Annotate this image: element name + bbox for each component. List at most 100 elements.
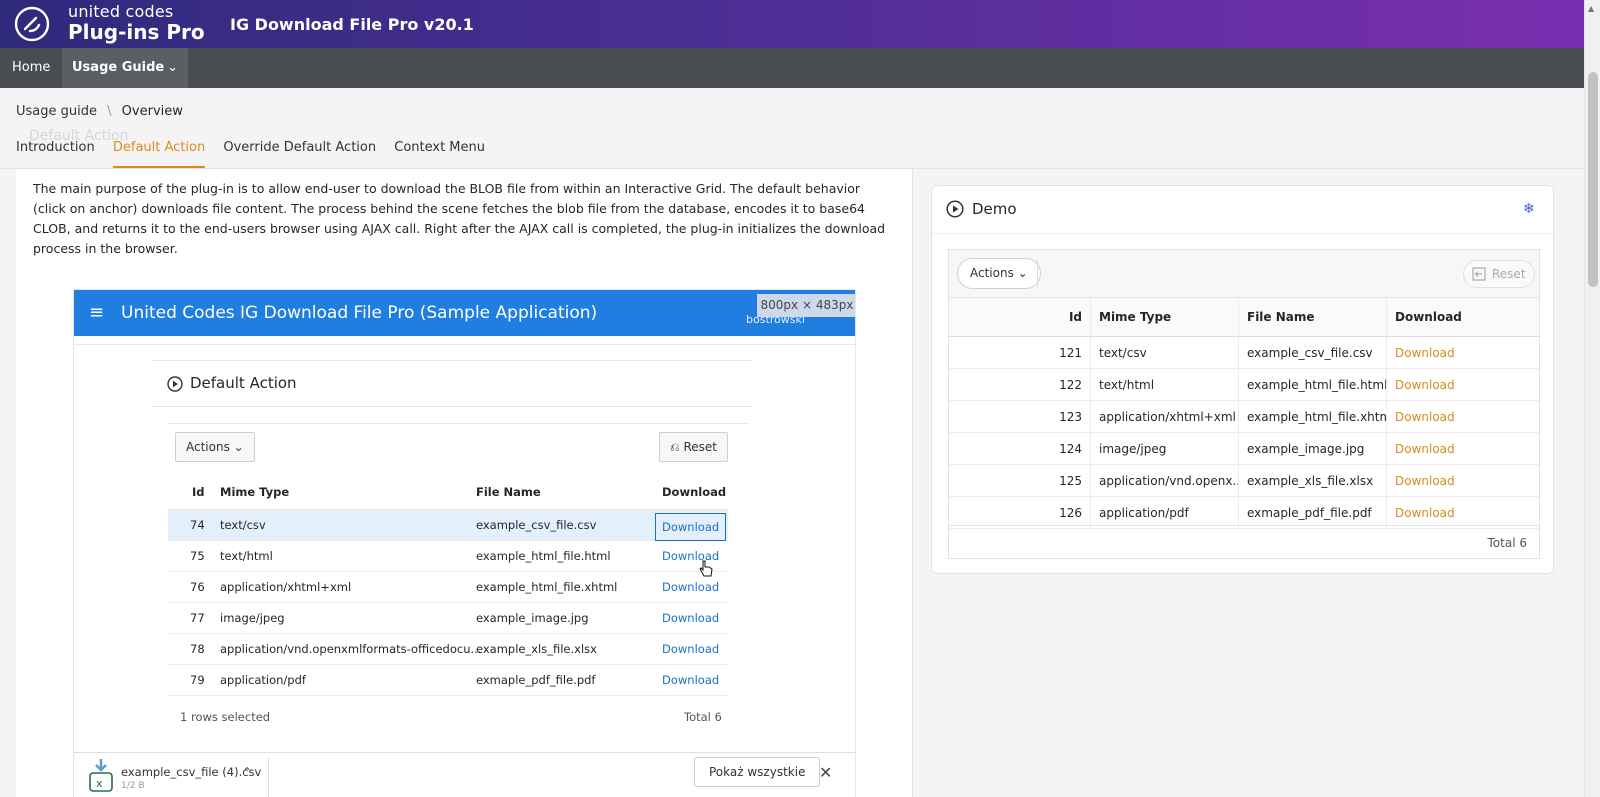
united-codes-logo-icon[interactable]	[14, 6, 50, 42]
sample-grid: Id Mime Type File Name Download 74 text/…	[168, 474, 728, 696]
svg-text:x: x	[96, 777, 103, 790]
cell-file: example_image.jpg	[476, 611, 589, 625]
col-header-id[interactable]: Id	[949, 298, 1091, 336]
sample-app-screenshot: ≡ United Codes IG Download File Pro (Sam…	[73, 289, 856, 797]
chevron-down-icon: ⌄	[233, 440, 244, 454]
demo-interactive-grid: Actions ⌄ Reset Id Mime Type File Name D…	[948, 249, 1540, 559]
tab-default-action[interactable]: Default Action	[112, 136, 206, 168]
scroll-up-arrow-icon[interactable]: ▲	[1588, 4, 1594, 13]
brand-line1: united codes	[68, 2, 174, 21]
breadcrumb-current: Overview	[121, 104, 183, 119]
nav-usage-guide-label: Usage Guide	[72, 60, 165, 75]
table-row[interactable]: 75 text/html example_html_file.html Down…	[168, 541, 728, 572]
sample-total-text: Total 6	[684, 710, 722, 724]
reset-icon: ⎌	[670, 440, 680, 454]
show-all-downloads-button[interactable]: Pokaż wszystkie	[694, 757, 821, 787]
cell-id: 78	[190, 642, 205, 656]
divider	[152, 360, 752, 361]
cell-file: example_xls_file.xlsx	[476, 642, 597, 656]
divider	[152, 406, 752, 407]
sample-actions-button[interactable]: Actions ⌄	[175, 432, 255, 462]
page-scrollbar[interactable]: ▲	[1584, 0, 1600, 797]
tab-override-default-action[interactable]: Override Default Action	[223, 136, 376, 168]
cell-file: example_html_file.xhtml	[1239, 401, 1387, 432]
breadcrumb-parent[interactable]: Usage guide	[16, 104, 97, 119]
tab-context-menu[interactable]: Context Menu	[394, 136, 485, 168]
table-row[interactable]: 79 application/pdf exmaple_pdf_file.pdf …	[168, 665, 728, 696]
cell-id: 121	[949, 337, 1091, 368]
content-panel: The main purpose of the plug-in is to al…	[16, 169, 913, 797]
cell-id: 74	[190, 518, 205, 532]
cell-id: 79	[190, 673, 205, 687]
cell-file: example_html_file.xhtml	[476, 580, 618, 594]
cell-mime: text/html	[1091, 369, 1239, 400]
app-header: united codes Plug-ins Pro IG Download Fi…	[0, 0, 1584, 48]
table-row[interactable]: 74 text/csv example_csv_file.csv Downloa…	[168, 510, 728, 541]
download-link[interactable]: Download	[662, 634, 719, 665]
reset-button[interactable]: Reset	[1463, 260, 1535, 288]
actions-label: Actions	[970, 266, 1014, 280]
cell-file: example_html_file.html	[1239, 369, 1387, 400]
sample-reset-button[interactable]: ⎌ Reset	[659, 432, 728, 462]
cell-mime: application/pdf	[1091, 497, 1239, 528]
table-row[interactable]: 125 application/vnd.openx... example_xls…	[949, 465, 1539, 497]
cell-mime: image/jpeg	[1091, 433, 1239, 464]
cell-mime: application/vnd.openx...	[1091, 465, 1239, 496]
table-row[interactable]: 76 application/xhtml+xml example_html_fi…	[168, 572, 728, 603]
hand-cursor-icon	[699, 560, 713, 577]
cell-mime: application/vnd.openxmlformats-officedoc…	[220, 642, 482, 656]
col-header-file[interactable]: File Name	[476, 474, 541, 510]
download-link[interactable]: Download	[1387, 433, 1539, 464]
table-row[interactable]: 77 image/jpeg example_image.jpg Download	[168, 603, 728, 634]
actions-button[interactable]: Actions ⌄	[957, 258, 1041, 289]
sample-region-title: Default Action	[190, 374, 297, 392]
tab-introduction[interactable]: Introduction	[16, 136, 95, 168]
cell-id: 76	[190, 580, 205, 594]
main-navigation: Home Usage Guide ⌄	[0, 48, 1584, 88]
col-header-mime[interactable]: Mime Type	[1091, 298, 1239, 336]
cell-file: example_image.jpg	[1239, 433, 1387, 464]
demo-title: Demo	[972, 200, 1017, 218]
download-link[interactable]: Download	[662, 665, 719, 696]
close-icon[interactable]: ✕	[819, 763, 832, 782]
download-link[interactable]: Download	[662, 603, 719, 634]
col-header-download[interactable]: Download	[662, 474, 726, 510]
table-row[interactable]: 78 application/vnd.openxmlformats-office…	[168, 634, 728, 665]
cell-id: 75	[190, 549, 205, 563]
table-row[interactable]: 123 application/xhtml+xml example_html_f…	[949, 401, 1539, 433]
table-row[interactable]: 122 text/html example_html_file.html Dow…	[949, 369, 1539, 401]
breadcrumb-separator: \	[107, 104, 112, 119]
app-title: IG Download File Pro v20.1	[230, 15, 474, 34]
dimensions-badge: 800px × 483px	[757, 294, 855, 317]
table-row[interactable]: 121 text/csv example_csv_file.csv Downlo…	[949, 337, 1539, 369]
grid-total-text: Total 6	[1487, 536, 1527, 550]
download-link[interactable]: Download	[1387, 465, 1539, 496]
cell-mime: text/csv	[220, 518, 266, 532]
nav-usage-guide[interactable]: Usage Guide ⌄	[62, 48, 188, 88]
sample-grid-header: Id Mime Type File Name Download	[168, 474, 728, 510]
download-file-name[interactable]: example_csv_file (4).csv	[121, 765, 261, 779]
download-link[interactable]: Download	[1387, 337, 1539, 368]
browser-download-bar: x example_csv_file (4).csv 1/2 B ⌃ Pokaż…	[74, 752, 855, 797]
settings-gear-icon[interactable]: ❄	[1523, 201, 1535, 217]
demo-panel: Demo ❄ Actions ⌄ Reset Id Mime Type File…	[913, 169, 1584, 797]
divider	[168, 423, 748, 424]
hamburger-menu-icon: ≡	[89, 302, 105, 323]
col-header-mime[interactable]: Mime Type	[220, 474, 289, 510]
chevron-up-icon[interactable]: ⌃	[242, 765, 252, 779]
chevron-down-icon: ⌄	[167, 60, 178, 75]
intro-paragraph: The main purpose of the plug-in is to al…	[33, 181, 886, 256]
col-header-id[interactable]: Id	[192, 474, 205, 510]
download-link[interactable]: Download	[1387, 401, 1539, 432]
col-header-file[interactable]: File Name	[1239, 298, 1387, 336]
table-row[interactable]: 124 image/jpeg example_image.jpg Downloa…	[949, 433, 1539, 465]
download-link[interactable]: Download	[1387, 497, 1539, 528]
sample-app-header: ≡ United Codes IG Download File Pro (Sam…	[74, 290, 855, 336]
grid-table: Id Mime Type File Name Download 121 text…	[949, 298, 1539, 529]
col-header-download[interactable]: Download	[1387, 298, 1539, 336]
nav-home[interactable]: Home	[0, 48, 62, 88]
download-link[interactable]: Download	[1387, 369, 1539, 400]
scrollbar-thumb[interactable]	[1588, 72, 1598, 287]
download-link[interactable]: Download	[655, 513, 727, 541]
cell-mime: application/xhtml+xml	[1091, 401, 1239, 432]
